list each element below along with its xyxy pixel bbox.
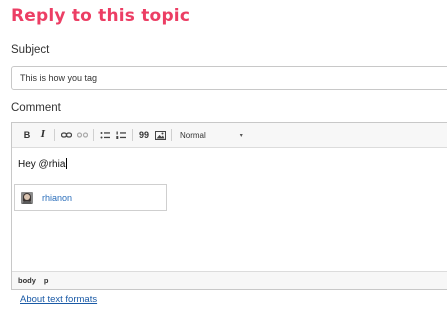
page-title: Reply to this topic xyxy=(11,6,191,26)
editor-text: Hey @rhia xyxy=(18,159,66,170)
format-select-value: Normal xyxy=(180,130,206,140)
blockquote-icon[interactable]: 99 xyxy=(137,127,151,143)
element-path-p[interactable]: p xyxy=(44,276,49,285)
mention-suggestion-item[interactable]: rhianon xyxy=(14,184,167,211)
toolbar-divider xyxy=(171,129,172,141)
about-text-formats-link[interactable]: About text formats xyxy=(20,294,97,305)
editor-toolbar: B I 99 Normal ▾ xyxy=(12,123,447,148)
editor-content[interactable]: Hey @rhia xyxy=(18,158,68,170)
subject-input[interactable]: This is how you tag xyxy=(11,66,447,90)
numbered-list-icon[interactable] xyxy=(114,127,128,143)
link-icon[interactable] xyxy=(59,127,73,143)
italic-button[interactable]: I xyxy=(36,127,50,143)
bulleted-list-icon[interactable] xyxy=(98,127,112,143)
mention-suggestion-name: rhianon xyxy=(42,192,73,203)
subject-label: Subject xyxy=(11,44,50,56)
image-icon[interactable] xyxy=(153,127,167,143)
unlink-icon[interactable] xyxy=(75,127,89,143)
toolbar-divider xyxy=(54,129,55,141)
chevron-down-icon: ▾ xyxy=(239,132,243,139)
format-select[interactable]: Normal ▾ xyxy=(180,131,243,140)
element-path-body[interactable]: body xyxy=(18,276,36,285)
toolbar-divider xyxy=(132,129,133,141)
element-path-bar: body p xyxy=(12,271,447,289)
text-cursor xyxy=(66,158,68,169)
toolbar-divider xyxy=(93,129,94,141)
bold-button[interactable]: B xyxy=(20,127,34,143)
comment-label: Comment xyxy=(11,102,61,114)
comment-editor[interactable]: B I 99 Normal ▾ Hey @rhia rhianon body p xyxy=(11,122,447,290)
avatar xyxy=(21,191,33,204)
